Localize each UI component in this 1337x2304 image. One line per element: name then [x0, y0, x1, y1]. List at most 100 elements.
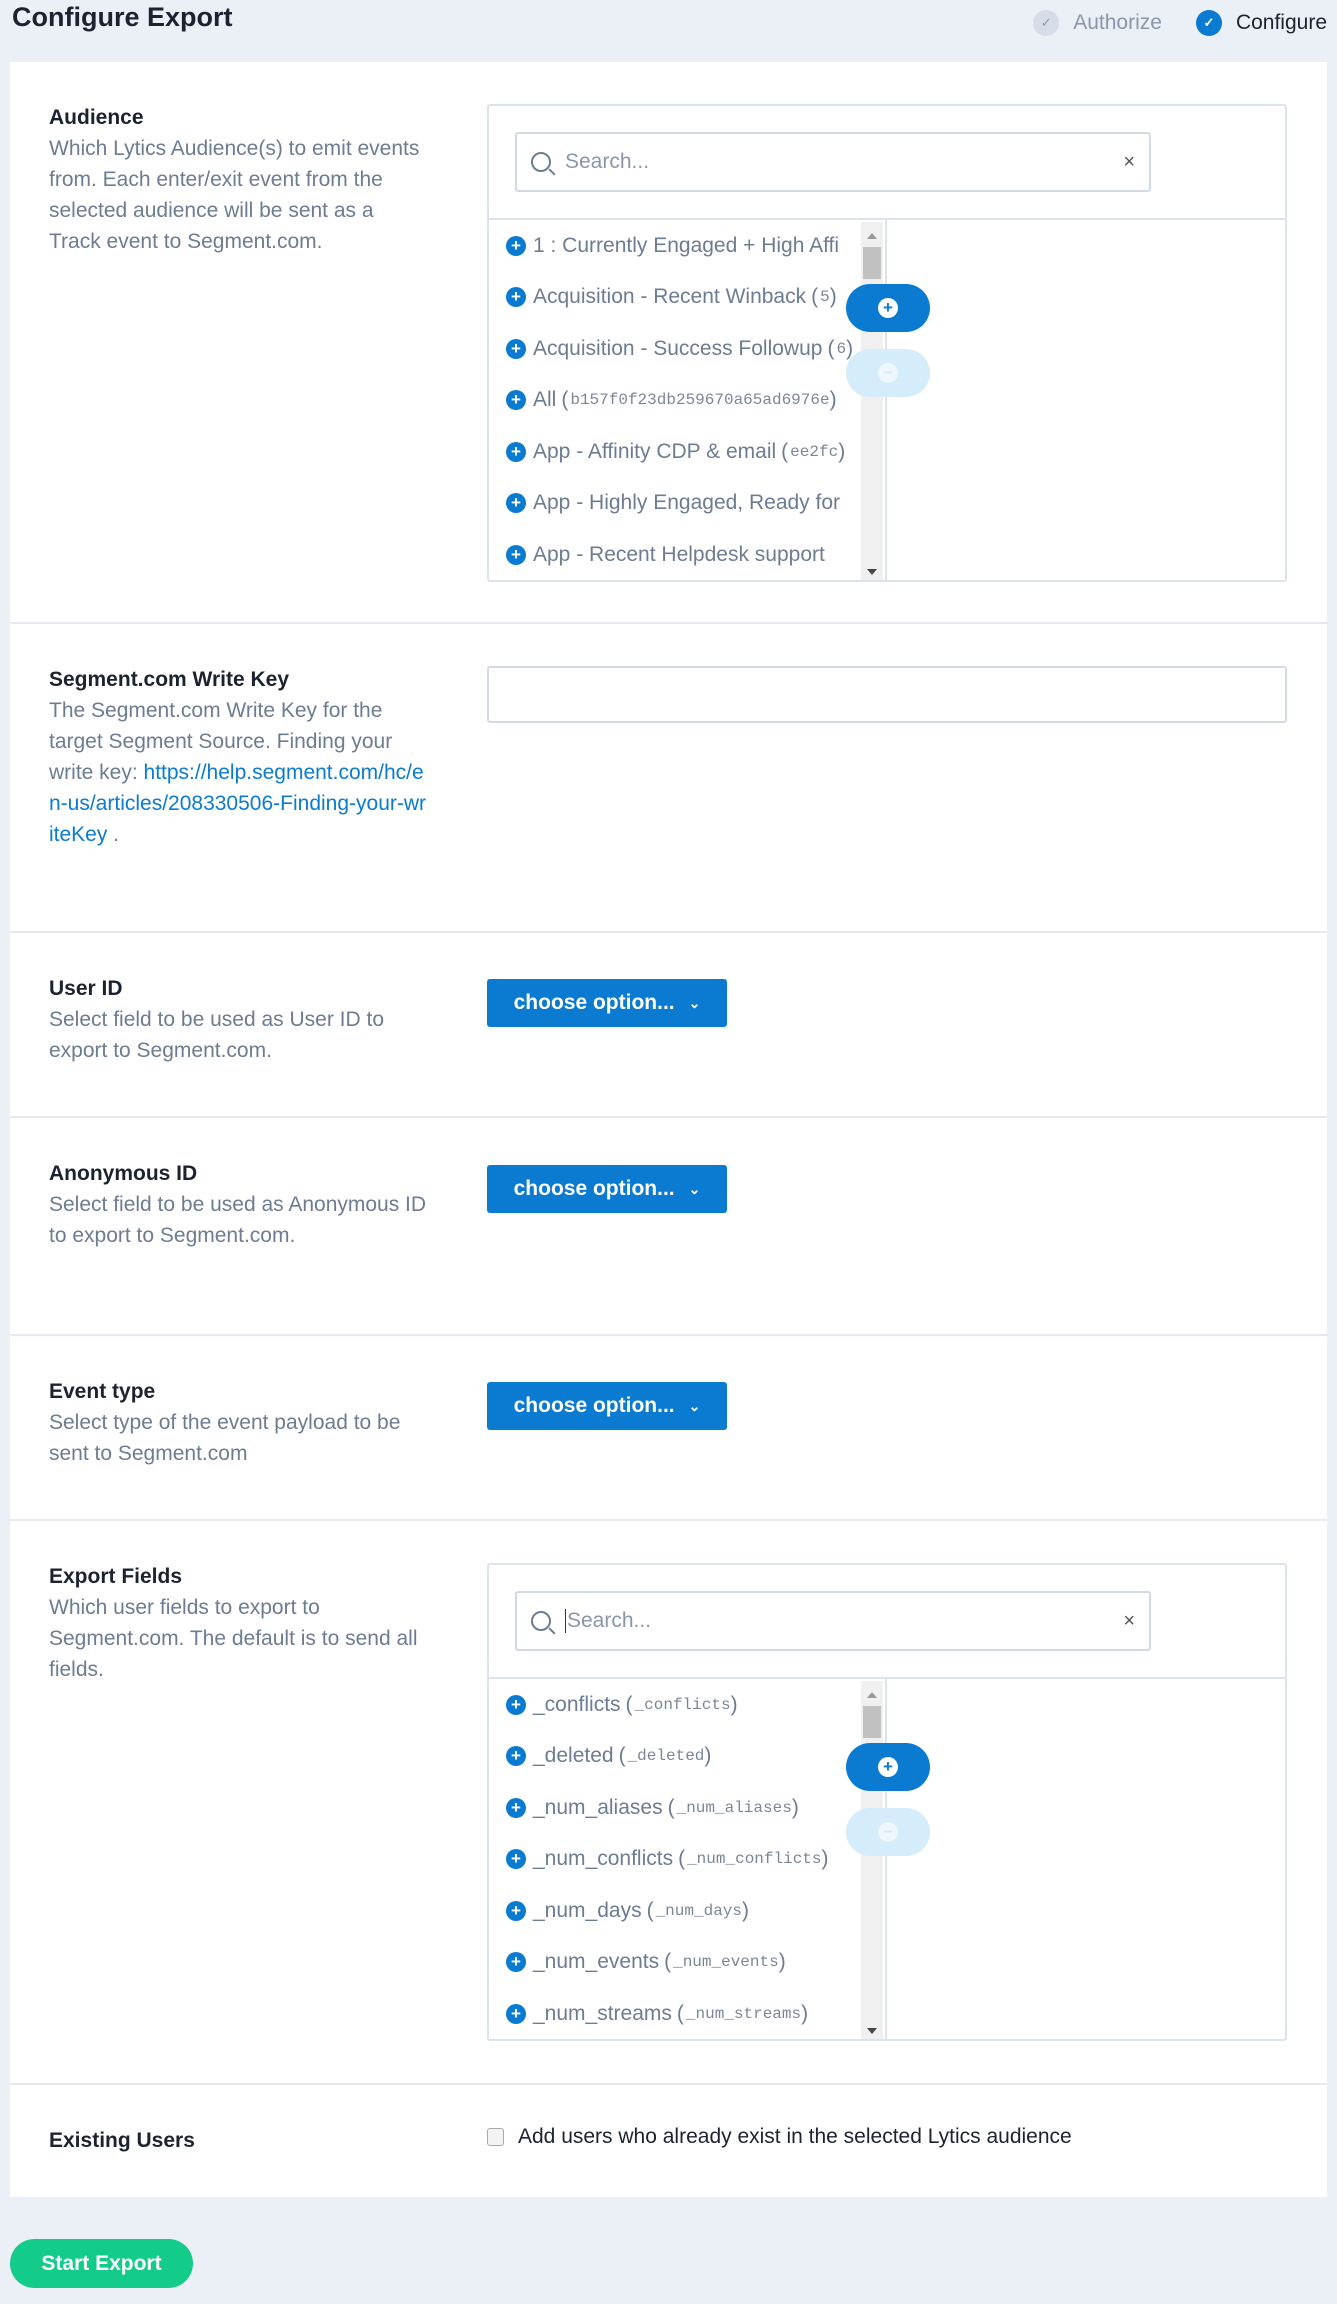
dropdown-label: choose option...	[513, 991, 675, 1014]
item-name: _num_events	[533, 1950, 660, 1974]
list-item[interactable]: + _num_conflicts(_num_conflicts)	[489, 1834, 861, 1886]
event-type-label: Event type	[49, 1380, 156, 1403]
wizard-steps: ✓ Authorize ✓ Configure	[1033, 10, 1327, 36]
item-name: _conflicts	[533, 1692, 621, 1716]
anonymous-id-dropdown[interactable]: choose option... ⌄	[487, 1165, 727, 1213]
plus-circle-icon: +	[506, 1900, 526, 1921]
item-code: 5	[820, 288, 830, 307]
list-item[interactable]: + _conflicts(_conflicts)	[489, 1679, 861, 1731]
list-item[interactable]: + _num_streams(_num_streams)	[489, 1988, 861, 2039]
item-name: _deleted	[533, 1744, 614, 1768]
list-item[interactable]: + _deleted(_deleted)	[489, 1731, 861, 1783]
audience-section: Audience Which Lytics Audience(s) to emi…	[10, 62, 1327, 624]
scrollbar[interactable]	[861, 222, 883, 580]
list-item[interactable]: + App - Highly Engaged, Ready for	[489, 478, 861, 530]
step-configure[interactable]: ✓ Configure	[1195, 10, 1327, 36]
write-key-label: Segment.com Write Key	[49, 668, 290, 691]
export-fields-label: Export Fields	[49, 1565, 183, 1588]
step-authorize[interactable]: ✓ Authorize	[1033, 10, 1162, 36]
list-item[interactable]: + _num_events(_num_events)	[489, 1937, 861, 1989]
list-item[interactable]: + Acquisition - Success Followup(6)	[489, 323, 861, 375]
export-fields-description: Which user fields to export to Segment.c…	[49, 1596, 418, 1681]
item-name: _num_days	[533, 1898, 642, 1922]
item-code: _num_days	[655, 1901, 742, 1920]
plus-circle-icon: +	[506, 1694, 526, 1715]
user-id-label: User ID	[49, 977, 123, 1000]
audience-list: +1 : Currently Engaged + High Affi + Acqui…	[489, 220, 861, 580]
write-key-description: The Segment.com Write Key for the target…	[49, 695, 429, 850]
event-type-dropdown[interactable]: choose option... ⌄	[487, 1382, 727, 1430]
item-name: _num_streams	[533, 2001, 672, 2025]
event-type-section: Event type Select type of the event payl…	[10, 1336, 1327, 1521]
plus-circle-icon: +	[506, 287, 526, 308]
user-id-description: Select field to be used as User ID to ex…	[49, 1008, 385, 1062]
item-name: _num_aliases	[533, 1795, 663, 1819]
item-name: App - Highly Engaged, Ready for	[533, 491, 841, 515]
list-item[interactable]: +1 : Currently Engaged + High Affi	[489, 220, 861, 272]
link-suffix: .	[107, 823, 120, 846]
item-code: _num_aliases	[676, 1798, 792, 1817]
plus-circle-icon: +	[506, 493, 526, 514]
user-id-dropdown[interactable]: choose option... ⌄	[487, 979, 727, 1027]
item-name: App - Affinity CDP & email	[533, 439, 777, 463]
export-fields-picker: Search... × + _conflicts(_conflicts) + _del…	[487, 1563, 1287, 2041]
list-item[interactable]: + App - Affinity CDP & email(ee2fc)	[489, 426, 861, 478]
existing-users-section: Existing Users Add users who already exi…	[10, 2085, 1327, 2197]
anonymous-id-section: Anonymous ID Select field to be used as …	[10, 1118, 1327, 1336]
audience-picker: Search... × +1 : Currently Engaged + Hig…	[487, 104, 1287, 582]
check-icon: ✓	[1195, 10, 1222, 36]
page-title: Configure Export	[12, 2, 233, 32]
add-selected-button[interactable]: +	[846, 1743, 930, 1791]
item-code: _deleted	[627, 1747, 705, 1766]
item-name: App - Recent Helpdesk support	[533, 542, 825, 566]
list-item[interactable]: + All(b157f0f23db259670a65ad6976e)	[489, 375, 861, 427]
list-item[interactable]: + App - Recent Helpdesk support	[489, 529, 861, 580]
chevron-down-icon: ⌄	[688, 994, 701, 1011]
plus-circle-icon: +	[506, 338, 526, 359]
event-type-description: Select type of the event payload to be s…	[49, 1411, 401, 1465]
user-id-section: User ID Select field to be used as User …	[10, 933, 1327, 1118]
export-fields-search-input[interactable]: Search... ×	[515, 1591, 1151, 1651]
plus-circle-icon: +	[506, 544, 526, 565]
add-selected-button[interactable]: +	[846, 284, 930, 332]
write-key-input[interactable]	[487, 666, 1287, 723]
write-key-section: Segment.com Write Key The Segment.com Wr…	[10, 624, 1327, 933]
item-code: _num_events	[673, 1953, 779, 1972]
start-export-button[interactable]: Start Export	[10, 2239, 193, 2288]
audience-search-input[interactable]: Search... ×	[515, 132, 1151, 192]
list-item[interactable]: + _num_days(_num_days)	[489, 1885, 861, 1937]
item-name: All	[533, 388, 557, 412]
clear-icon[interactable]: ×	[1123, 151, 1135, 174]
export-fields-list: + _conflicts(_conflicts) + _deleted(_delete…	[489, 1679, 861, 2039]
chevron-down-icon: ⌄	[688, 1180, 701, 1197]
item-code: 6	[836, 339, 847, 358]
scrollbar[interactable]	[861, 1681, 883, 2039]
search-placeholder: Search...	[565, 150, 650, 173]
existing-users-checkbox[interactable]	[487, 2128, 504, 2146]
minus-icon: −	[878, 363, 898, 383]
list-item[interactable]: + _num_aliases(_num_aliases)	[489, 1782, 861, 1834]
item-code: ee2fc	[790, 442, 839, 461]
plus-icon: +	[878, 298, 898, 318]
export-fields-section: Export Fields Which user fields to expor…	[10, 1521, 1327, 2085]
dropdown-label: choose option...	[513, 1177, 675, 1200]
dropdown-label: choose option...	[513, 1394, 675, 1417]
plus-circle-icon: +	[506, 390, 526, 411]
config-panel: Audience Which Lytics Audience(s) to emi…	[10, 62, 1327, 2197]
plus-circle-icon: +	[506, 2003, 526, 2024]
item-code: _num_conflicts	[687, 1850, 822, 1869]
item-name: _num_conflicts	[533, 1847, 674, 1871]
audience-label: Audience	[49, 106, 144, 129]
item-code: _num_streams	[685, 2004, 802, 2023]
item-name: Acquisition - Recent Winback	[533, 285, 807, 309]
plus-circle-icon: +	[506, 1746, 526, 1767]
minus-icon: −	[878, 1822, 898, 1842]
step-label: Configure	[1235, 11, 1327, 34]
existing-users-option[interactable]: Add users who already exist in the selec…	[487, 2125, 1072, 2149]
remove-selected-button[interactable]: −	[846, 1808, 930, 1856]
item-code: _conflicts	[634, 1695, 731, 1714]
remove-selected-button[interactable]: −	[846, 349, 930, 397]
clear-icon[interactable]: ×	[1123, 1610, 1135, 1633]
item-name: 1 : Currently Engaged + High Affi	[533, 233, 840, 257]
list-item[interactable]: + Acquisition - Recent Winback(5)	[489, 272, 861, 324]
